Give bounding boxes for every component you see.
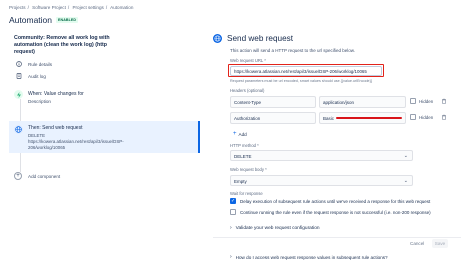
audit-log-label: Audit log <box>28 73 46 79</box>
trash-icon[interactable] <box>440 98 447 105</box>
body-label: Web request body * <box>230 167 267 172</box>
status-badge: ENABLED <box>56 17 79 23</box>
header-value-input[interactable]: Basic <box>319 112 406 124</box>
breadcrumb-software-project[interactable]: Software Project <box>32 5 66 10</box>
chevron-down-icon: ⌄ <box>403 153 408 159</box>
hidden-label: Hidden <box>419 98 434 104</box>
continue-checkbox-row[interactable]: Continue running the rule even if the re… <box>230 209 431 215</box>
redaction-mark <box>336 117 402 120</box>
chevron-right-icon: › <box>230 225 232 231</box>
action-url: https://kowera.atlassian.net/rest/api/3/… <box>28 139 124 150</box>
page-title: Automation <box>9 15 52 25</box>
hidden-label: Hidden <box>419 114 434 120</box>
trigger-subtitle: Description <box>28 99 51 104</box>
checkbox-box[interactable] <box>410 114 416 120</box>
rule-details-link[interactable]: Rule details <box>16 61 52 67</box>
lightning-icon <box>14 90 23 99</box>
action-method: DELETE <box>28 133 46 138</box>
rule-details-label: Rule details <box>28 61 53 67</box>
info-icon <box>16 61 22 67</box>
wait-option-label: Delay execution of subsequent rule actio… <box>240 198 431 204</box>
panel-header: Send web request <box>213 34 293 43</box>
trigger-component[interactable]: When: Value changes for Description <box>14 90 174 112</box>
trigger-title: When: Value changes for <box>28 91 84 97</box>
globe-icon <box>213 34 222 43</box>
headers-label: Headers (optional) <box>230 88 265 93</box>
rule-name: Community: Remove all work log with auto… <box>14 35 110 55</box>
plus-icon: + <box>233 131 237 137</box>
breadcrumb-projects[interactable]: Projects <box>9 5 26 10</box>
audit-log-icon <box>16 73 22 79</box>
header-name-input[interactable]: Authorization <box>230 112 316 124</box>
action-component-selected[interactable]: Then: Send web request DELETE https://ko… <box>9 121 200 153</box>
save-button[interactable]: Save <box>432 239 448 248</box>
breadcrumb-automation[interactable]: Automation <box>110 5 133 10</box>
checkbox-box[interactable] <box>230 209 236 215</box>
chevron-right-icon: › <box>230 254 232 260</box>
url-hint: Request parameters must be url encoded, … <box>230 79 373 83</box>
trash-icon[interactable] <box>440 114 447 121</box>
header-value-input[interactable]: application/json <box>319 96 406 108</box>
method-label: HTTP method * <box>230 143 259 148</box>
wait-label: Wait for response <box>230 191 263 196</box>
body-select[interactable]: Empty ⌄ <box>230 175 413 186</box>
cancel-button[interactable]: Cancel <box>410 241 424 246</box>
panel-title: Send web request <box>227 34 293 43</box>
header-row: Authorization Basic Hidden <box>230 112 456 124</box>
method-value: DELETE <box>234 154 252 159</box>
header-row: Content-Type application/json Hidden <box>230 96 456 108</box>
add-component-label: Add component <box>28 173 61 179</box>
validate-expander[interactable]: › Validate your web request configuratio… <box>230 225 320 231</box>
url-label: Web request URL * <box>230 58 266 63</box>
header-name-input[interactable]: Content-Type <box>230 96 316 108</box>
action-title: Then: Send web request <box>28 125 83 131</box>
flow-connector <box>20 153 21 172</box>
chevron-down-icon: ⌄ <box>403 178 408 184</box>
howto-expander[interactable]: › How do I access web request response v… <box>230 254 388 260</box>
howto-label: How do I access web request response val… <box>235 254 388 260</box>
validate-label: Validate your web request configuration <box>235 225 320 231</box>
hidden-checkbox[interactable]: Hidden <box>410 98 433 104</box>
breadcrumb: Projects / Software Project / Project sett… <box>9 5 134 10</box>
checkbox-box[interactable] <box>410 98 416 104</box>
url-input[interactable]: https://kowera.atlassian.net/rest/api/3/… <box>230 66 382 76</box>
add-header-label: Add <box>238 131 247 137</box>
continue-option-label: Continue running the rule even if the re… <box>240 209 431 215</box>
method-select[interactable]: DELETE ⌄ <box>230 150 413 161</box>
add-header-button[interactable]: + Add <box>233 131 247 137</box>
header-value-text: Basic <box>323 116 335 121</box>
wait-checkbox-row[interactable]: ✓ Delay execution of subsequent rule act… <box>230 198 430 204</box>
checkbox-checked[interactable]: ✓ <box>230 198 236 204</box>
panel-description: This action will send a HTTP request to … <box>230 48 355 53</box>
divider <box>213 237 461 238</box>
add-component-button[interactable]: + Add component <box>14 172 60 180</box>
page-header: Automation ENABLED <box>9 15 79 25</box>
hidden-checkbox[interactable]: Hidden <box>410 114 433 120</box>
plus-icon: + <box>14 172 22 180</box>
audit-log-link[interactable]: Audit log <box>16 73 46 79</box>
breadcrumb-project-settings[interactable]: Project settings <box>72 5 103 10</box>
body-value: Empty <box>234 179 247 184</box>
globe-icon <box>14 125 23 134</box>
